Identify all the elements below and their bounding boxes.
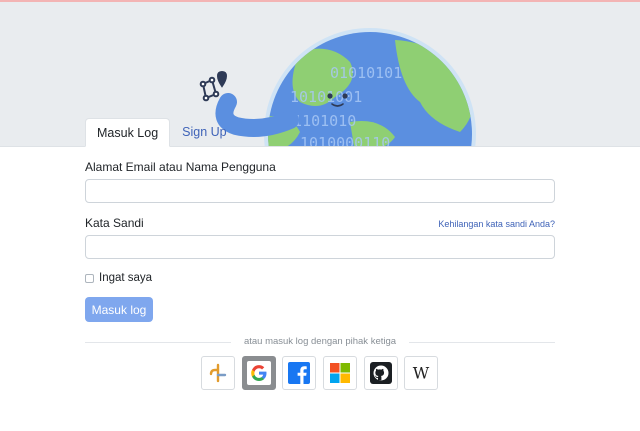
svg-text:1010000110: 1010000110: [300, 134, 390, 146]
forgot-password-link[interactable]: Kehilangan kata sandi Anda?: [438, 219, 555, 229]
facebook-icon: [288, 362, 311, 384]
facebook-login-button[interactable]: [282, 356, 317, 390]
password-input[interactable]: [85, 235, 555, 259]
microsoft-icon: [330, 363, 351, 383]
password-label: Kata Sandi: [85, 216, 144, 230]
github-login-button[interactable]: [363, 356, 398, 390]
osm-icon: [209, 363, 227, 383]
auth-tabs: Masuk Log Sign Up: [85, 118, 238, 147]
osm-login-button[interactable]: [201, 356, 235, 390]
email-input[interactable]: [85, 179, 555, 203]
svg-text:10101001: 10101001: [290, 88, 362, 106]
microsoft-login-button[interactable]: [323, 356, 358, 390]
github-icon: [369, 362, 392, 384]
wikipedia-login-button[interactable]: W: [404, 356, 439, 390]
third-party-divider-text: atau masuk log dengan pihak ketiga: [243, 336, 397, 347]
google-login-button[interactable]: [241, 356, 276, 390]
tab-login[interactable]: Masuk Log: [85, 118, 171, 147]
tab-signup[interactable]: Sign Up: [171, 118, 237, 146]
wikipedia-icon: W: [413, 364, 430, 383]
remember-me[interactable]: Ingat saya: [85, 272, 152, 284]
svg-text:W: W: [413, 364, 430, 383]
remember-checkbox[interactable]: [85, 273, 94, 283]
svg-text:01010101: 01010101: [330, 64, 402, 82]
third-party-providers: W: [201, 356, 445, 390]
email-label: Alamat Email atau Nama Pengguna: [85, 160, 276, 174]
login-button[interactable]: Masuk log: [85, 297, 153, 322]
google-icon: [246, 361, 271, 385]
remember-label: Ingat saya: [99, 272, 153, 284]
